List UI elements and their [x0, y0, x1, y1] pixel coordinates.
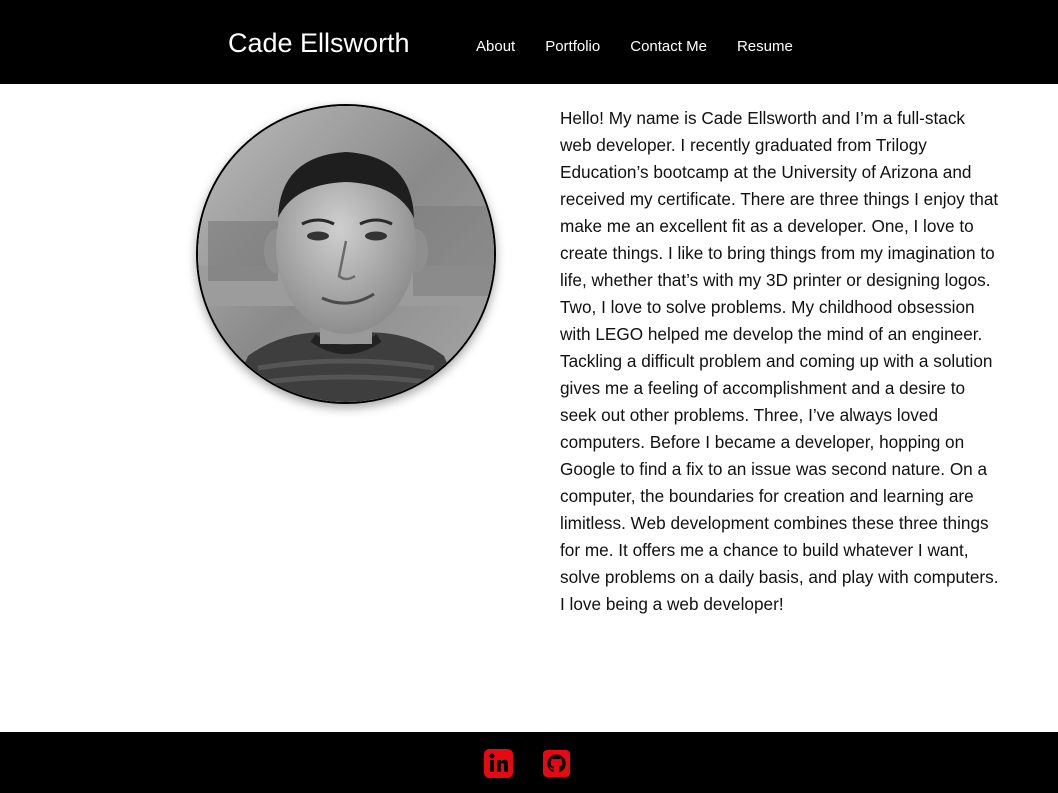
nav-link-portfolio[interactable]: Portfolio [545, 38, 600, 56]
nav-link-contact[interactable]: Contact Me [630, 38, 707, 56]
navbar: Cade Ellsworth About Portfolio Contact M… [0, 0, 1058, 84]
nav-link-resume[interactable]: Resume [737, 38, 793, 56]
nav-link-about[interactable]: About [476, 38, 515, 56]
nav-links: About Portfolio Contact Me Resume [476, 38, 823, 56]
site-brand[interactable]: Cade Ellsworth [228, 26, 410, 60]
bio-text: Hello! My name is Cade Ellsworth and I’m… [560, 108, 999, 614]
github-icon[interactable] [542, 749, 571, 778]
portrait-image [198, 106, 494, 402]
linkedin-icon[interactable] [484, 749, 513, 778]
footer [0, 732, 1058, 793]
profile-photo [196, 104, 496, 404]
